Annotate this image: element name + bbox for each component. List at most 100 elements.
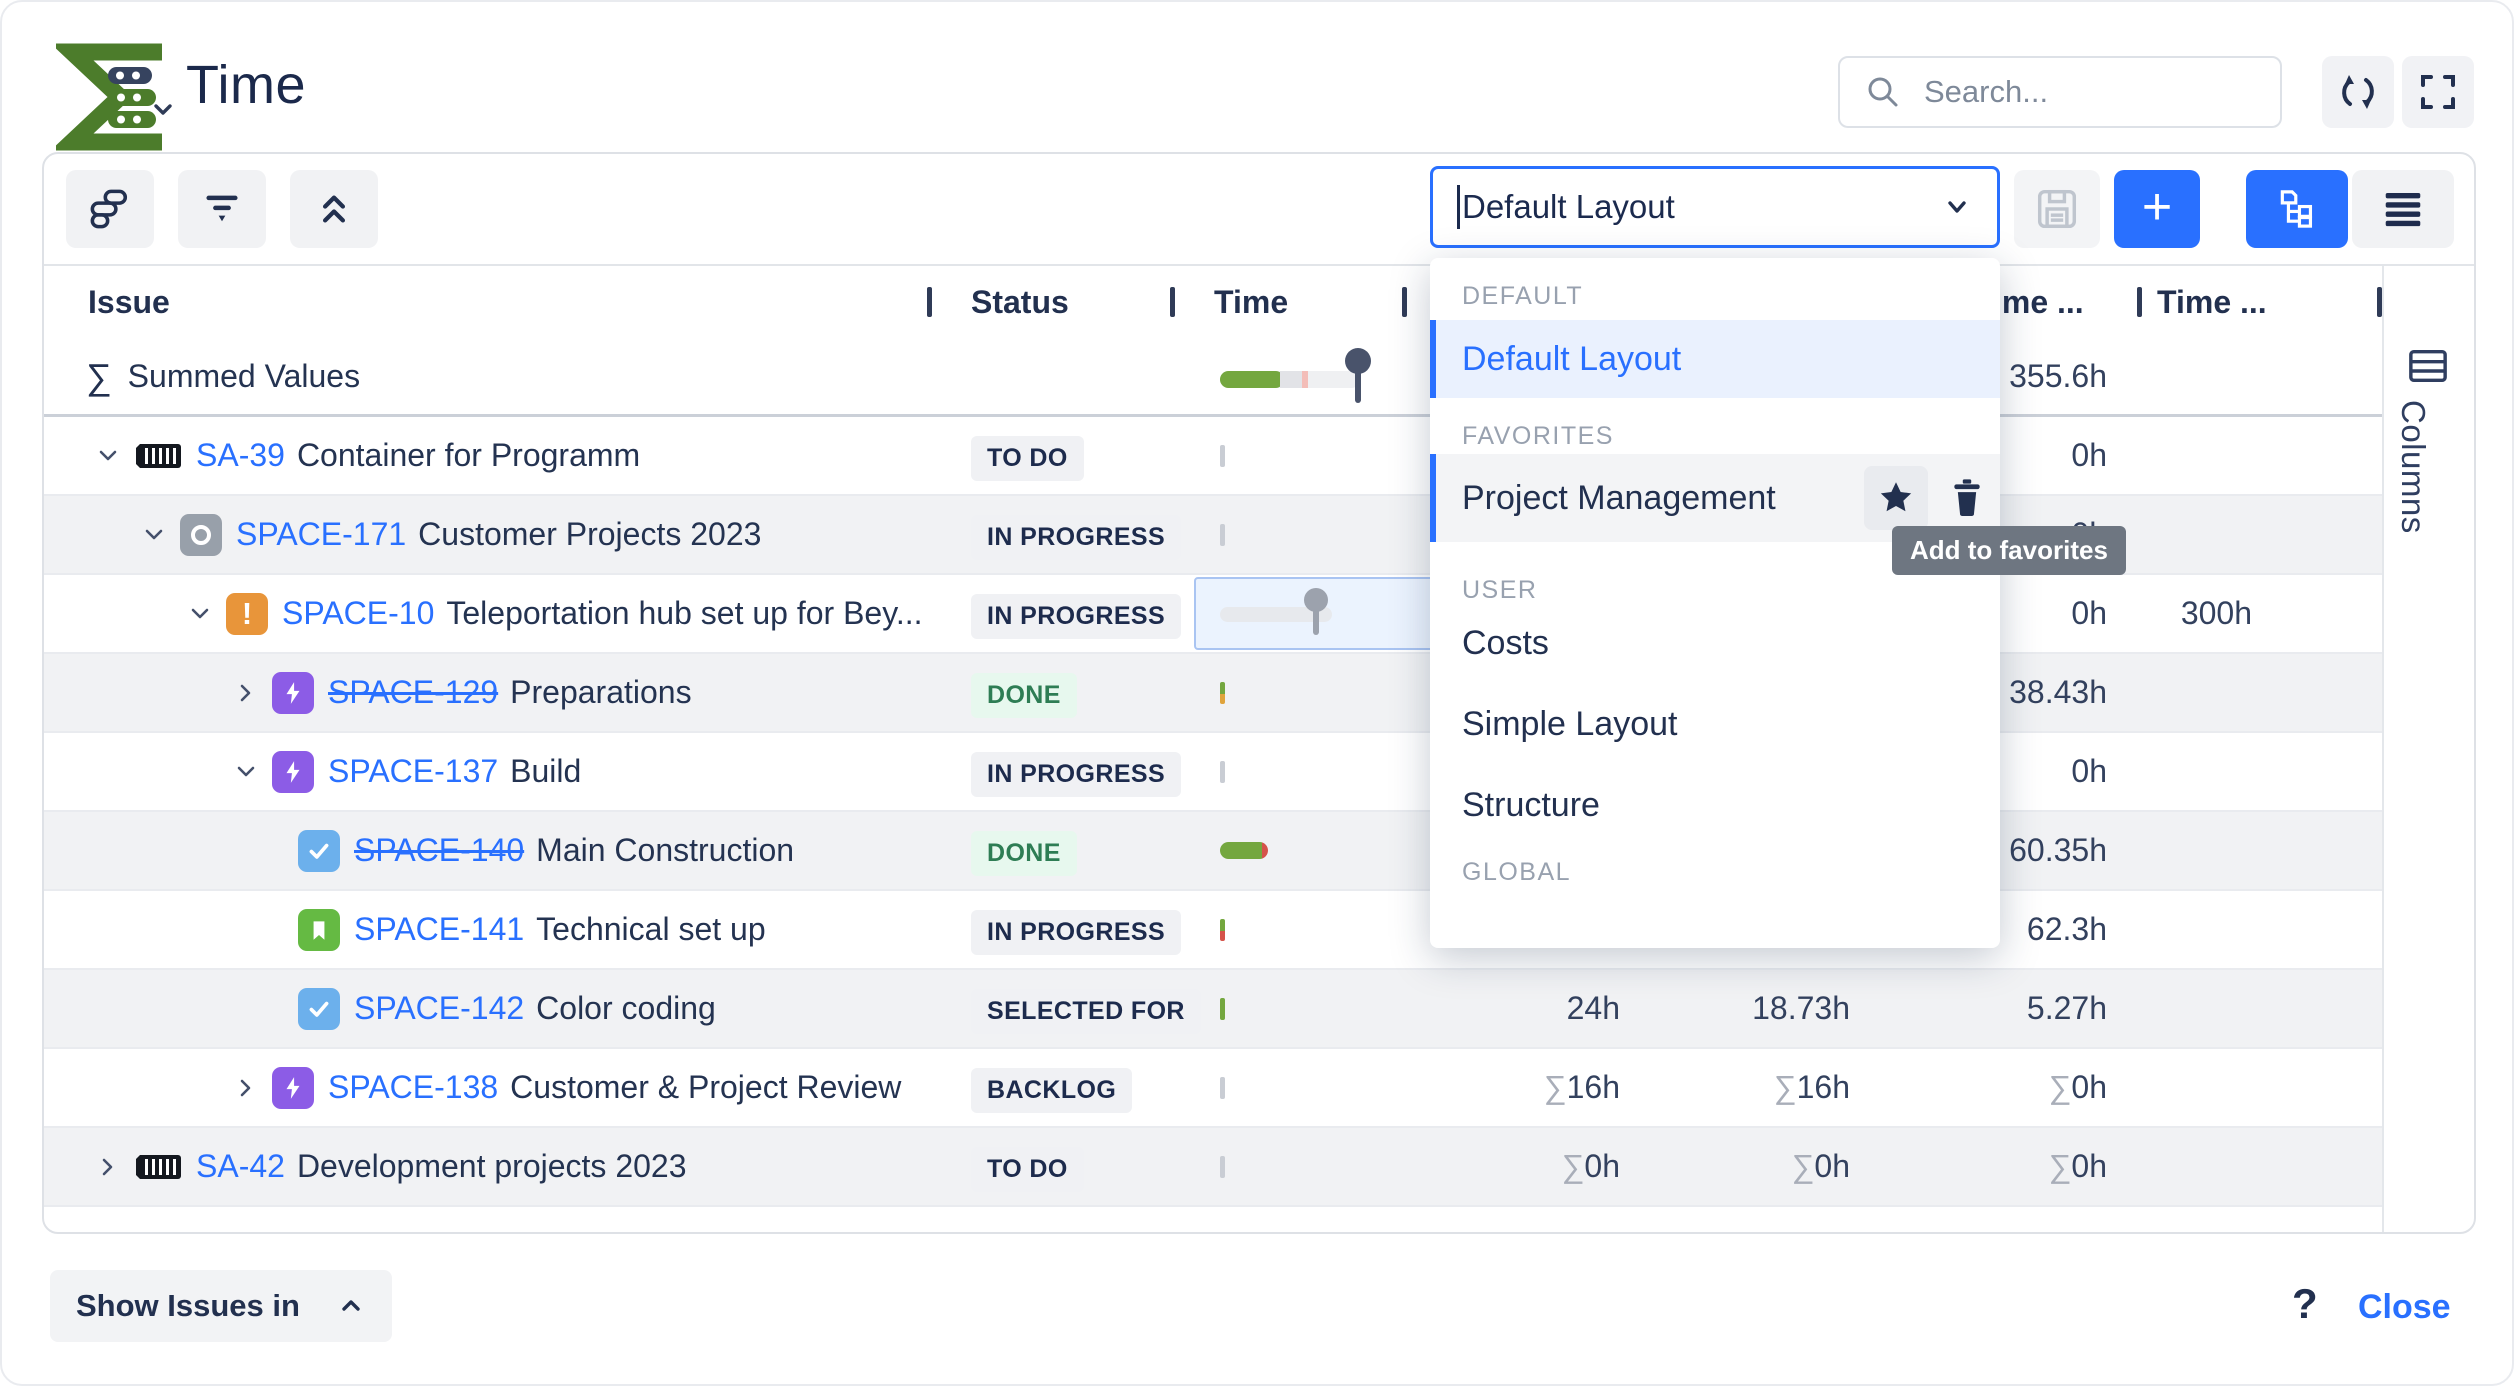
text-cursor bbox=[1457, 185, 1460, 229]
columns-panel-label[interactable]: Columns bbox=[2394, 400, 2432, 534]
sigma-icon: ∑ bbox=[86, 356, 112, 398]
add-to-favorites-tooltip: Add to favorites bbox=[1892, 526, 2126, 575]
expand-chevron-icon[interactable] bbox=[90, 438, 126, 474]
show-issues-in-button[interactable]: Show Issues in bbox=[50, 1270, 392, 1342]
progress-tick bbox=[1220, 998, 1225, 1020]
time-progress-cell[interactable] bbox=[1220, 496, 1460, 573]
filter-button[interactable] bbox=[178, 170, 266, 248]
time-progress-cell[interactable] bbox=[1220, 654, 1460, 731]
column-resize-handle[interactable] bbox=[1402, 287, 1407, 317]
app-window: Time Search... bbox=[0, 0, 2514, 1386]
tree-view-button[interactable] bbox=[2246, 170, 2348, 248]
issue-summary: Customer & Project Review bbox=[510, 1069, 901, 1106]
star-icon bbox=[1878, 480, 1914, 516]
layout-select[interactable]: Default Layout bbox=[1430, 166, 2000, 248]
time-value: ∑0h bbox=[1672, 1128, 1850, 1205]
story-issue-icon bbox=[298, 909, 340, 951]
table-row[interactable]: SPACE-140 Main Construction DONE 60.35h bbox=[44, 812, 2382, 891]
menu-item-structure[interactable]: Structure bbox=[1430, 770, 2000, 840]
table-row[interactable]: SA-39 Container for Programm TO DO 0h bbox=[44, 417, 2382, 496]
menu-section-favorites: FAVORITES bbox=[1462, 422, 1614, 451]
expand-chevron-icon[interactable] bbox=[136, 517, 172, 553]
refresh-icon bbox=[2337, 71, 2379, 113]
summed-values-label: Summed Values bbox=[128, 358, 360, 395]
search-input[interactable]: Search... bbox=[1838, 56, 2282, 128]
column-header-issue[interactable]: Issue bbox=[88, 266, 170, 338]
table-row[interactable]: SPACE-141 Technical set up IN PROGRESS 6… bbox=[44, 891, 2382, 970]
expand-chevron-icon[interactable] bbox=[228, 754, 264, 790]
close-link[interactable]: Close bbox=[2358, 1288, 2451, 1327]
progress-tick bbox=[1220, 919, 1225, 941]
table-row[interactable]: SA-42 Development projects 2023 TO DO ∑0… bbox=[44, 1128, 2382, 1207]
time-progress-cell[interactable] bbox=[1220, 1128, 1460, 1205]
issue-key-link[interactable]: SPACE-137 bbox=[328, 753, 498, 790]
search-placeholder: Search... bbox=[1924, 74, 2048, 110]
favorite-star-button[interactable] bbox=[1864, 466, 1928, 530]
refresh-button[interactable] bbox=[2322, 56, 2394, 128]
table-row[interactable]: SPACE-137 Build IN PROGRESS 0h bbox=[44, 733, 2382, 812]
status-badge: BACKLOG bbox=[971, 1068, 1132, 1113]
time-progress-cell[interactable] bbox=[1220, 812, 1460, 889]
layout-select-value: Default Layout bbox=[1462, 188, 1941, 226]
group-by-button[interactable] bbox=[66, 170, 154, 248]
delete-layout-button[interactable] bbox=[1950, 478, 1984, 516]
issue-key-link[interactable]: SPACE-141 bbox=[354, 911, 524, 948]
menu-item-costs[interactable]: Costs bbox=[1430, 608, 2000, 678]
fullscreen-button[interactable] bbox=[2402, 56, 2474, 128]
issue-key-link[interactable]: SPACE-142 bbox=[354, 990, 524, 1027]
columns-table-icon[interactable] bbox=[2408, 348, 2448, 384]
selected-time-cell[interactable] bbox=[1194, 577, 1434, 650]
time-value: 24h bbox=[1442, 970, 1620, 1047]
column-resize-handle[interactable] bbox=[927, 287, 932, 317]
table-row[interactable]: SPACE-142 Color coding SELECTED FOR 24h … bbox=[44, 970, 2382, 1049]
collapsed-chevron-icon[interactable] bbox=[228, 1070, 264, 1106]
table-row[interactable]: ! SPACE-10 Teleportation hub set up for … bbox=[44, 575, 2382, 654]
time-progress-cell[interactable] bbox=[1220, 891, 1460, 968]
layout-dropdown-menu: DEFAULT Default Layout FAVORITES Project… bbox=[1430, 258, 2000, 948]
collapsed-chevron-icon[interactable] bbox=[90, 1149, 126, 1185]
menu-item-default-layout[interactable]: Default Layout bbox=[1430, 320, 2000, 398]
issue-key-link[interactable]: SPACE-129 bbox=[328, 674, 498, 711]
add-layout-button[interactable]: + bbox=[2114, 170, 2200, 248]
help-button[interactable]: ? bbox=[2292, 1280, 2318, 1328]
list-view-button[interactable] bbox=[2352, 170, 2454, 248]
issue-key-link[interactable]: SPACE-171 bbox=[236, 516, 406, 553]
issue-key-link[interactable]: SA-39 bbox=[196, 437, 285, 474]
progress-tick bbox=[1220, 1156, 1225, 1178]
time-progress-cell[interactable] bbox=[1220, 733, 1460, 810]
summed-progress-bar bbox=[1220, 338, 1460, 415]
fullscreen-icon bbox=[2418, 72, 2458, 112]
time-progress-cell[interactable] bbox=[1220, 1049, 1460, 1126]
status-badge: IN PROGRESS bbox=[971, 594, 1181, 639]
save-icon bbox=[2036, 188, 2078, 230]
menu-item-label: Structure bbox=[1462, 786, 1600, 825]
status-badge: TO DO bbox=[971, 1147, 1084, 1192]
issue-key-link[interactable]: SA-42 bbox=[196, 1148, 285, 1185]
table-row[interactable]: SPACE-129 Preparations DONE 38.43h bbox=[44, 654, 2382, 733]
collapse-all-button[interactable] bbox=[290, 170, 378, 248]
column-header-status[interactable]: Status bbox=[971, 266, 1069, 338]
collapsed-chevron-icon[interactable] bbox=[228, 675, 264, 711]
expand-chevron-icon[interactable] bbox=[182, 596, 218, 632]
menu-item-simple-layout[interactable]: Simple Layout bbox=[1430, 689, 2000, 759]
app-switcher-chevron-icon[interactable] bbox=[148, 94, 178, 124]
save-layout-button[interactable] bbox=[2014, 170, 2100, 248]
status-badge: IN PROGRESS bbox=[971, 752, 1181, 797]
column-resize-handle[interactable] bbox=[1170, 287, 1175, 317]
time-slider[interactable] bbox=[1196, 579, 1356, 648]
time-progress-cell[interactable] bbox=[1220, 970, 1460, 1047]
column-header-time[interactable]: Time bbox=[1214, 266, 1288, 338]
table-row[interactable]: SPACE-138 Customer & Project Review BACK… bbox=[44, 1049, 2382, 1128]
issue-key-link[interactable]: SPACE-140 bbox=[354, 832, 524, 869]
time-progress-cell[interactable] bbox=[1220, 417, 1460, 494]
group-by-icon bbox=[90, 189, 130, 229]
issue-key-link[interactable]: SPACE-138 bbox=[328, 1069, 498, 1106]
column-resize-handle[interactable] bbox=[2137, 287, 2142, 317]
task-issue-icon bbox=[298, 830, 340, 872]
menu-item-label: Simple Layout bbox=[1462, 705, 1677, 744]
issue-key-link[interactable]: SPACE-10 bbox=[282, 595, 434, 632]
task-issue-icon bbox=[298, 988, 340, 1030]
column-header-time-d[interactable]: Time ... bbox=[2157, 266, 2267, 338]
page-title: Time bbox=[186, 54, 306, 116]
trash-icon bbox=[1950, 478, 1984, 516]
